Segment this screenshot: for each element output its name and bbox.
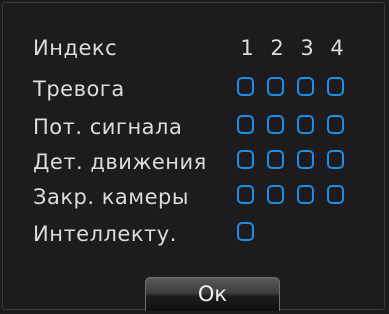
- alarm-checkbox-1[interactable]: [237, 77, 254, 96]
- channel-settings-dialog: Индекс 1 2 3 4 Тревога Пот. сигнала Дет.…: [0, 0, 389, 314]
- alarm-checkbox-3[interactable]: [297, 77, 314, 96]
- row-label-intelligent: Интеллекту.: [33, 222, 177, 246]
- signal-loss-checkbox-2[interactable]: [267, 115, 284, 134]
- alarm-checkbox-2[interactable]: [267, 77, 284, 96]
- row-label-camera-tamper: Закр. камеры: [33, 185, 189, 209]
- index-header-label: Индекс: [33, 36, 118, 60]
- column-header-1: 1: [240, 36, 254, 60]
- ok-button[interactable]: Ок: [145, 277, 280, 311]
- tamper-checkbox-3[interactable]: [297, 185, 314, 204]
- column-header-2: 2: [270, 36, 284, 60]
- signal-loss-checkbox-1[interactable]: [237, 115, 254, 134]
- signal-loss-checkbox-4[interactable]: [327, 115, 344, 134]
- motion-checkbox-4[interactable]: [327, 150, 344, 169]
- column-header-4: 4: [330, 36, 344, 60]
- motion-checkbox-3[interactable]: [297, 150, 314, 169]
- tamper-checkbox-4[interactable]: [327, 185, 344, 204]
- alarm-checkbox-4[interactable]: [327, 77, 344, 96]
- row-label-signal-loss: Пот. сигнала: [33, 115, 183, 139]
- signal-loss-checkbox-3[interactable]: [297, 115, 314, 134]
- column-header-3: 3: [300, 36, 314, 60]
- intelligent-checkbox-1[interactable]: [237, 222, 254, 241]
- row-label-motion-detection: Дет. движения: [33, 150, 207, 174]
- motion-checkbox-2[interactable]: [267, 150, 284, 169]
- motion-checkbox-1[interactable]: [237, 150, 254, 169]
- tamper-checkbox-2[interactable]: [267, 185, 284, 204]
- tamper-checkbox-1[interactable]: [237, 185, 254, 204]
- row-label-alarm: Тревога: [33, 77, 125, 101]
